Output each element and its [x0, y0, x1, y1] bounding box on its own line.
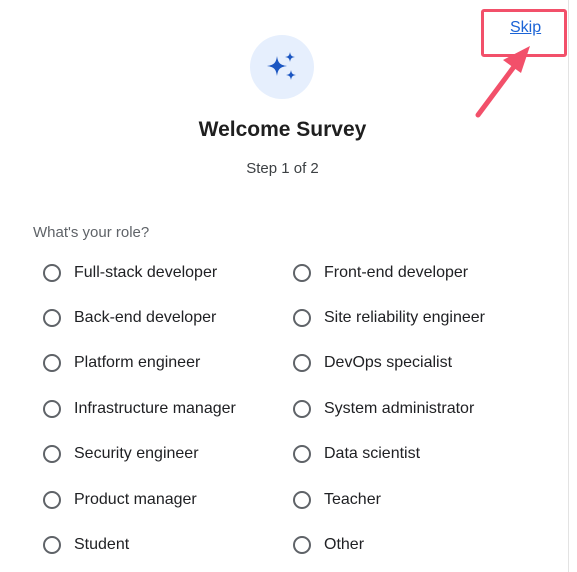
radio-button[interactable]	[293, 490, 311, 509]
option-label: Other	[324, 536, 365, 554]
role-option-back-end-developer[interactable]: Back-end developer	[43, 295, 293, 340]
option-label: Student	[74, 536, 130, 554]
option-label: System administrator	[324, 399, 475, 417]
role-option-full-stack-developer[interactable]: Full-stack developer	[43, 250, 293, 295]
survey-title: Welcome Survey	[198, 118, 367, 141]
radio-button[interactable]	[43, 536, 61, 555]
option-label: Infrastructure manager	[74, 399, 236, 417]
role-option-other[interactable]: Other	[293, 522, 543, 567]
radio-button[interactable]	[43, 263, 61, 282]
option-label: DevOps specialist	[324, 354, 453, 372]
step-indicator: Step 1 of 2	[246, 160, 319, 177]
option-label: Front-end developer	[324, 263, 469, 281]
option-label: Security engineer	[74, 445, 199, 463]
role-option-product-manager[interactable]: Product manager	[43, 477, 293, 522]
radio-button[interactable]	[43, 399, 61, 418]
panel-divider	[568, 0, 569, 572]
radio-button[interactable]	[293, 536, 311, 555]
option-label: Site reliability engineer	[324, 309, 485, 327]
radio-button[interactable]	[293, 309, 311, 328]
role-option-devops-specialist[interactable]: DevOps specialist	[293, 341, 543, 386]
radio-button[interactable]	[43, 354, 61, 373]
role-options: Full-stack developer Front-end developer…	[43, 250, 563, 568]
role-option-student[interactable]: Student	[43, 522, 293, 567]
option-label: Platform engineer	[74, 354, 201, 372]
radio-button[interactable]	[43, 445, 61, 464]
role-option-infrastructure-manager[interactable]: Infrastructure manager	[43, 386, 293, 431]
role-option-platform-engineer[interactable]: Platform engineer	[43, 341, 293, 386]
role-option-data-scientist[interactable]: Data scientist	[293, 432, 543, 477]
skip-annotation-box	[481, 9, 567, 57]
option-label: Full-stack developer	[74, 263, 218, 281]
option-label: Teacher	[324, 490, 381, 508]
option-label: Back-end developer	[74, 309, 217, 327]
welcome-survey-page: Skip Welcome Survey Step 1 of 2 What's y…	[0, 0, 577, 572]
radio-button[interactable]	[293, 263, 311, 282]
option-label: Product manager	[74, 490, 197, 508]
radio-button[interactable]	[43, 309, 61, 328]
role-option-teacher[interactable]: Teacher	[293, 477, 543, 522]
radio-button[interactable]	[293, 399, 311, 418]
radio-button[interactable]	[43, 490, 61, 509]
radio-button[interactable]	[293, 445, 311, 464]
role-option-front-end-developer[interactable]: Front-end developer	[293, 250, 543, 295]
radio-button[interactable]	[293, 354, 311, 373]
sparkles-icon	[250, 35, 314, 99]
question-label: What's your role?	[33, 224, 150, 241]
role-option-site-reliability-engineer[interactable]: Site reliability engineer	[293, 295, 543, 340]
role-option-system-administrator[interactable]: System administrator	[293, 386, 543, 431]
option-label: Data scientist	[324, 445, 421, 463]
role-option-security-engineer[interactable]: Security engineer	[43, 432, 293, 477]
